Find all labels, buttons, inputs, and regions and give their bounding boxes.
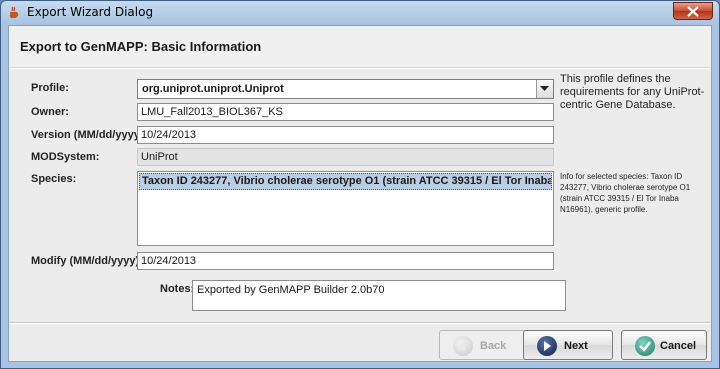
next-button[interactable]: Next [523, 330, 613, 360]
back-button[interactable]: Back [439, 330, 529, 360]
modsystem-label: MODSystem: [31, 151, 100, 163]
cancel-button[interactable]: Cancel [621, 330, 707, 360]
modify-field[interactable]: 10/24/2013 [137, 252, 554, 270]
version-field[interactable]: 10/24/2013 [137, 126, 554, 144]
notes-label: Notes: [160, 283, 195, 295]
modsystem-field: UniProt [137, 148, 554, 166]
dropdown-arrow[interactable] [536, 80, 553, 98]
profile-selected-value: org.uniprot.uniprot.Uniprot [142, 83, 284, 95]
divider [9, 323, 711, 324]
cancel-button-label: Cancel [660, 340, 697, 352]
divider [9, 68, 711, 69]
back-arrow-icon [453, 336, 473, 356]
title-bar[interactable]: Export Wizard Dialog [1, 1, 719, 25]
window-title: Export Wizard Dialog [27, 5, 154, 19]
list-item[interactable]: Taxon ID 243277, Vibrio cholerae serotyp… [139, 173, 552, 190]
species-label: Species: [31, 173, 77, 185]
close-button[interactable] [673, 2, 713, 20]
notes-textarea[interactable]: Exported by GenMAPP Builder 2.0b70 [192, 280, 566, 311]
checkmark-icon [635, 336, 655, 356]
profile-combobox[interactable]: org.uniprot.uniprot.Uniprot [137, 79, 554, 99]
profile-label: Profile: [31, 82, 69, 94]
version-label: Version (MM/dd/yyyy): [31, 129, 148, 141]
header-band: Export to GenMAPP: Basic Information [9, 26, 711, 68]
export-wizard-window: Export Wizard Dialog Export to GenMAPP: … [0, 0, 720, 369]
profile-description: This profile defines the requirements fo… [560, 73, 705, 111]
dialog-content: Export to GenMAPP: Basic Information Pro… [8, 25, 712, 362]
modify-label: Modify (MM/dd/yyyy): [31, 255, 143, 267]
owner-field[interactable]: LMU_Fall2013_BIOL367_KS [137, 103, 554, 121]
back-button-label: Back [480, 340, 507, 352]
close-icon [687, 6, 699, 17]
next-button-label: Next [564, 340, 588, 352]
page-title: Export to GenMAPP: Basic Information [20, 39, 262, 54]
chevron-down-icon [540, 86, 549, 91]
java-cup-icon [8, 6, 21, 19]
species-list[interactable]: Taxon ID 243277, Vibrio cholerae serotyp… [137, 171, 554, 246]
species-info: Info for selected species: Taxon ID 2432… [560, 172, 691, 214]
owner-label: Owner: [31, 106, 69, 118]
next-arrow-icon [537, 336, 557, 356]
